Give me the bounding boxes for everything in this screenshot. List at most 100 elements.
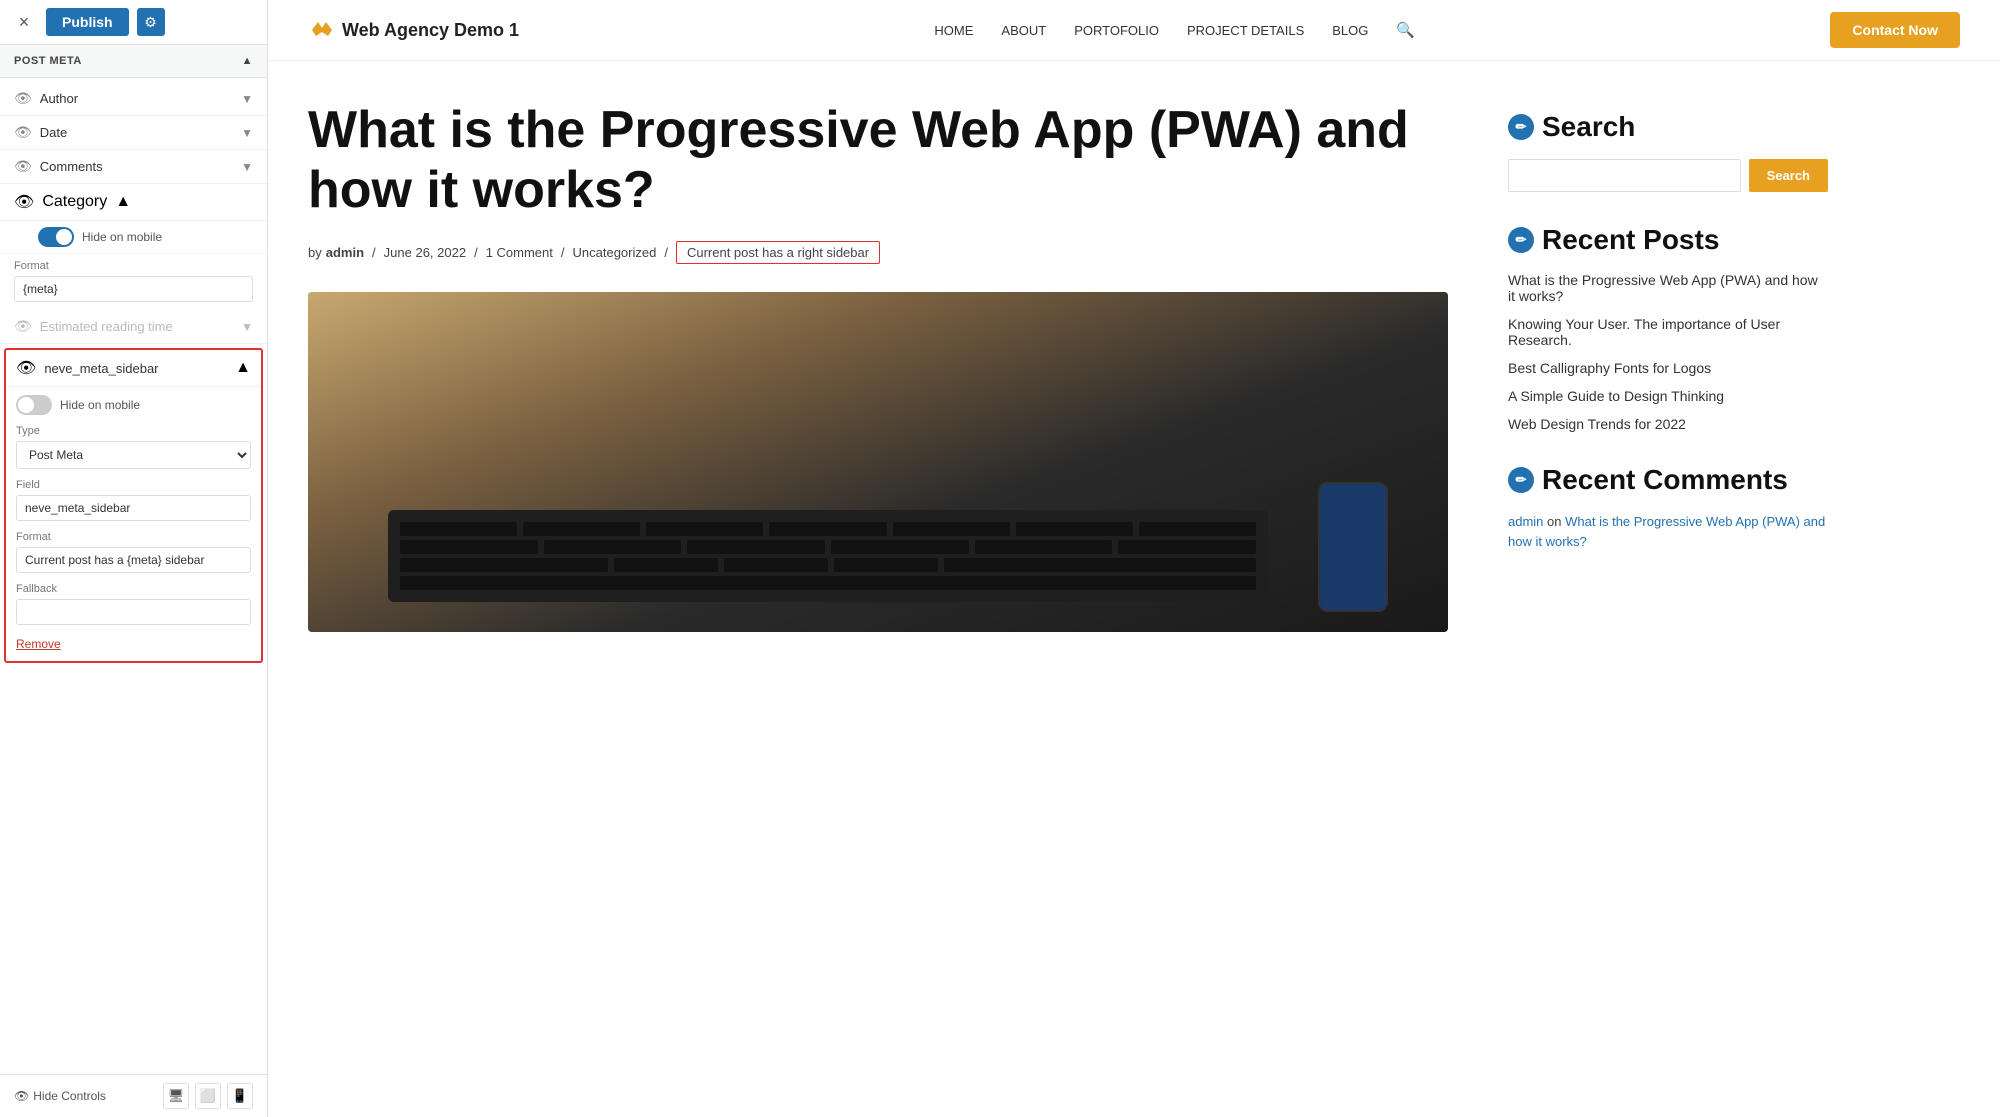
article-featured-image (308, 292, 1448, 632)
search-widget-title: ✏ Search (1508, 111, 1828, 143)
recent-comments-title: ✏ Recent Comments (1508, 464, 1828, 496)
estimated-reading-label: Estimated reading time (40, 319, 233, 334)
recent-post-1[interactable]: What is the Progressive Web App (PWA) an… (1508, 272, 1828, 304)
category-header-row: 👁 Category ▲ (0, 184, 267, 221)
date-visibility-icon[interactable]: 👁 (14, 124, 32, 141)
meta-by: by (308, 245, 322, 260)
author-visibility-icon[interactable]: 👁 (14, 90, 32, 107)
settings-button[interactable]: ⚙ (137, 8, 165, 36)
neve-sidebar-fallback-input[interactable] (16, 599, 251, 625)
article-meta: by admin / June 26, 2022 / 1 Comment / U… (308, 241, 1448, 264)
neve-sidebar-chevron-icon[interactable]: ▲ (235, 359, 251, 377)
neve-sidebar-field-label: Field (16, 479, 251, 491)
neve-sidebar-label: neve_meta_sidebar (44, 361, 227, 376)
meta-sep-2: / (474, 245, 478, 260)
neve-sidebar-fallback-label: Fallback (16, 583, 251, 595)
estimated-reading-row: 👁 Estimated reading time ▼ (0, 310, 267, 344)
recent-comments-title-text: Recent Comments (1542, 464, 1788, 496)
site-logo: Web Agency Demo 1 (308, 16, 519, 44)
logo-icon (308, 16, 336, 44)
meta-category: Uncategorized (573, 245, 657, 260)
comment-on-text: on (1547, 514, 1565, 529)
view-mode-buttons: 🖥 ⬜ 📱 (163, 1083, 253, 1109)
site-nav: HOME ABOUT PORTOFOLIO PROJECT DETAILS BL… (934, 21, 1415, 39)
key-row-2 (400, 540, 1256, 554)
comment-author-link[interactable]: admin (1508, 514, 1543, 529)
author-row: 👁 Author ▼ (0, 82, 267, 116)
recent-posts-title: ✏ Recent Posts (1508, 224, 1828, 256)
hide-controls-label: Hide Controls (33, 1089, 106, 1103)
date-label: Date (40, 125, 233, 140)
nav-blog[interactable]: BLOG (1332, 23, 1368, 38)
comments-chevron-icon[interactable]: ▼ (241, 160, 253, 174)
date-chevron-icon[interactable]: ▼ (241, 126, 253, 140)
meta-sep-3: / (561, 245, 565, 260)
neve-sidebar-format-group: Format (16, 531, 251, 573)
category-format-input[interactable] (14, 276, 253, 302)
key-row-3 (400, 558, 1256, 572)
tablet-view-button[interactable]: ⬜ (195, 1083, 221, 1109)
neve-sidebar-hide-mobile-label: Hide on mobile (60, 398, 140, 412)
search-button[interactable]: Search (1749, 159, 1828, 192)
publish-button[interactable]: Publish (46, 8, 129, 36)
neve-sidebar-fallback-group: Fallback (16, 583, 251, 625)
article-main: What is the Progressive Web App (PWA) an… (308, 101, 1508, 632)
meta-author: admin (326, 245, 364, 260)
neve-sidebar-format-label: Format (16, 531, 251, 543)
neve-sidebar-field-group: Field (16, 479, 251, 521)
nav-project-details[interactable]: PROJECT DETAILS (1187, 23, 1304, 38)
sidebar-badge: Current post has a right sidebar (676, 241, 880, 264)
category-label: Category (42, 193, 107, 211)
neve-sidebar-section: 👁 neve_meta_sidebar ▲ Hide on mobile Typ… (4, 348, 263, 663)
recent-post-3[interactable]: Best Calligraphy Fonts for Logos (1508, 360, 1828, 376)
hide-controls-button[interactable]: 👁 Hide Controls (14, 1089, 106, 1103)
estimated-reading-chevron-icon[interactable]: ▼ (241, 320, 253, 334)
neve-sidebar-visibility-icon[interactable]: 👁 (16, 358, 36, 378)
site-header: Web Agency Demo 1 HOME ABOUT PORTOFOLIO … (268, 0, 2000, 61)
contact-now-button[interactable]: Contact Now (1830, 12, 1960, 48)
article-sidebar: ✏ Search Search ✏ Recent Posts What is t… (1508, 101, 1828, 632)
neve-sidebar-type-select[interactable]: Post Meta (16, 441, 251, 469)
meta-date: June 26, 2022 (384, 245, 466, 260)
eye-off-icon: 👁 (14, 1089, 29, 1103)
neve-sidebar-format-input[interactable] (16, 547, 251, 573)
laptop-image (308, 292, 1448, 632)
mobile-view-button[interactable]: 📱 (227, 1083, 253, 1109)
comments-visibility-icon[interactable]: 👁 (14, 158, 32, 175)
category-chevron-icon[interactable]: ▲ (115, 193, 131, 211)
panel-header: POST META ▲ (0, 45, 267, 78)
nav-portofolio[interactable]: PORTOFOLIO (1074, 23, 1159, 38)
category-format-row: Format (0, 254, 267, 310)
nav-about[interactable]: ABOUT (1001, 23, 1046, 38)
top-bar: × Publish ⚙ (0, 0, 267, 45)
neve-sidebar-type-label: Type (16, 425, 251, 437)
recent-posts-title-text: Recent Posts (1542, 224, 1719, 256)
neve-sidebar-remove-button[interactable]: Remove (16, 637, 61, 651)
category-visibility-icon[interactable]: 👁 (14, 192, 34, 212)
recent-comments-icon: ✏ (1508, 467, 1534, 493)
nav-search-icon[interactable]: 🔍 (1396, 21, 1415, 39)
meta-comments: 1 Comment (486, 245, 553, 260)
recent-post-2[interactable]: Knowing Your User. The importance of Use… (1508, 316, 1828, 348)
recent-post-4[interactable]: A Simple Guide to Design Thinking (1508, 388, 1828, 404)
left-panel: × Publish ⚙ POST META ▲ 👁 Author ▼ 👁 Dat… (0, 0, 268, 1117)
comments-row: 👁 Comments ▼ (0, 150, 267, 184)
neve-sidebar-field-input[interactable] (16, 495, 251, 521)
category-hide-mobile-toggle[interactable] (38, 227, 74, 247)
author-label: Author (40, 91, 233, 106)
nav-home[interactable]: HOME (934, 23, 973, 38)
recent-post-5[interactable]: Web Design Trends for 2022 (1508, 416, 1828, 432)
neve-sidebar-type-group: Type Post Meta (16, 425, 251, 469)
close-button[interactable]: × (10, 8, 38, 36)
neve-sidebar-hide-mobile-toggle[interactable] (16, 395, 52, 415)
search-input[interactable] (1508, 159, 1741, 192)
desktop-view-button[interactable]: 🖥 (163, 1083, 189, 1109)
estimated-reading-visibility-icon[interactable]: 👁 (14, 318, 32, 335)
author-chevron-icon[interactable]: ▼ (241, 92, 253, 106)
site-name: Web Agency Demo 1 (342, 20, 519, 41)
comments-label: Comments (40, 159, 233, 174)
neve-sidebar-hide-mobile-row: Hide on mobile (16, 395, 251, 415)
neve-sidebar-body: Hide on mobile Type Post Meta Field Form… (6, 387, 261, 661)
meta-sep-4: / (664, 245, 668, 260)
collapse-icon[interactable]: ▲ (242, 55, 253, 67)
